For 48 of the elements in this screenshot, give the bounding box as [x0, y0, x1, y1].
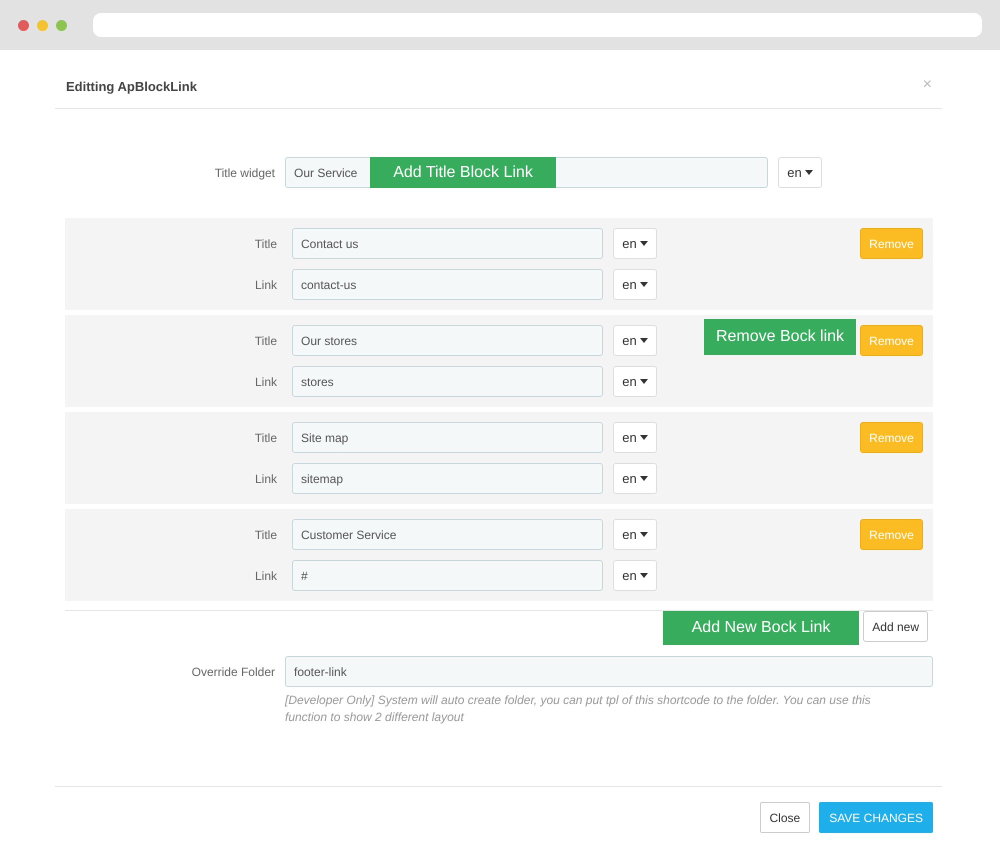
caret-icon: [640, 435, 648, 440]
caret-icon: [640, 573, 648, 578]
language-dropdown[interactable]: en: [613, 519, 657, 550]
input-field[interactable]: sitemap: [292, 463, 603, 494]
input-field[interactable]: stores: [292, 366, 603, 397]
caret-icon: [640, 241, 648, 246]
annotation-tooltip: Add Title Block Link: [370, 157, 556, 188]
language-dropdown[interactable]: en: [613, 228, 657, 259]
field-label: Link: [254, 374, 277, 388]
field-label: Title: [254, 334, 277, 348]
language-dropdown[interactable]: en: [613, 325, 657, 356]
close-button[interactable]: Close: [760, 802, 810, 833]
input-field[interactable]: Customer Service: [292, 519, 603, 550]
field-label: Title: [254, 430, 277, 444]
annotation-tooltip: Add New Bock Link: [663, 611, 859, 645]
help-text: [Developer Only] System will auto create folder, you can put tpl of this shortcode to the folder. You can use this function to show 2 different layout: [285, 692, 872, 726]
language-dropdown[interactable]: en: [613, 463, 657, 494]
field-label: Title: [254, 236, 277, 250]
field-label: Link: [254, 278, 277, 292]
caret-icon: [640, 282, 648, 287]
field-label: Link: [254, 472, 277, 486]
field-label: Title widget: [214, 166, 275, 180]
input-field[interactable]: Site map: [292, 422, 603, 453]
input-field[interactable]: footer-link: [285, 656, 933, 687]
input-field[interactable]: Contact us: [292, 228, 603, 259]
annotation-tooltip: Remove Bock link: [704, 319, 856, 355]
add-new-button[interactable]: Add new: [863, 611, 928, 642]
field-label: Override Folder: [190, 664, 275, 678]
caret-icon: [640, 532, 648, 537]
language-dropdown[interactable]: en: [778, 157, 822, 188]
language-dropdown[interactable]: en: [613, 560, 657, 591]
input-field[interactable]: #: [292, 560, 603, 591]
caret-icon: [640, 476, 648, 481]
caret-icon: [640, 379, 648, 384]
dialog-title: Editting ApBlockLink: [66, 78, 197, 94]
field-label: Link: [254, 568, 277, 582]
field-label: Title: [254, 528, 277, 542]
window-close-dot[interactable]: [18, 20, 29, 30]
caret-icon: [804, 170, 813, 175]
language-dropdown[interactable]: en: [613, 366, 657, 397]
input-field[interactable]: contact-us: [292, 269, 603, 300]
language-dropdown[interactable]: en: [613, 422, 657, 453]
input-field[interactable]: Our stores: [292, 325, 603, 356]
window-minimize-dot[interactable]: [37, 20, 48, 30]
language-dropdown[interactable]: en: [613, 269, 657, 300]
address-bar[interactable]: [93, 13, 982, 37]
caret-icon: [640, 338, 648, 343]
window-maximize-dot[interactable]: [56, 20, 67, 30]
